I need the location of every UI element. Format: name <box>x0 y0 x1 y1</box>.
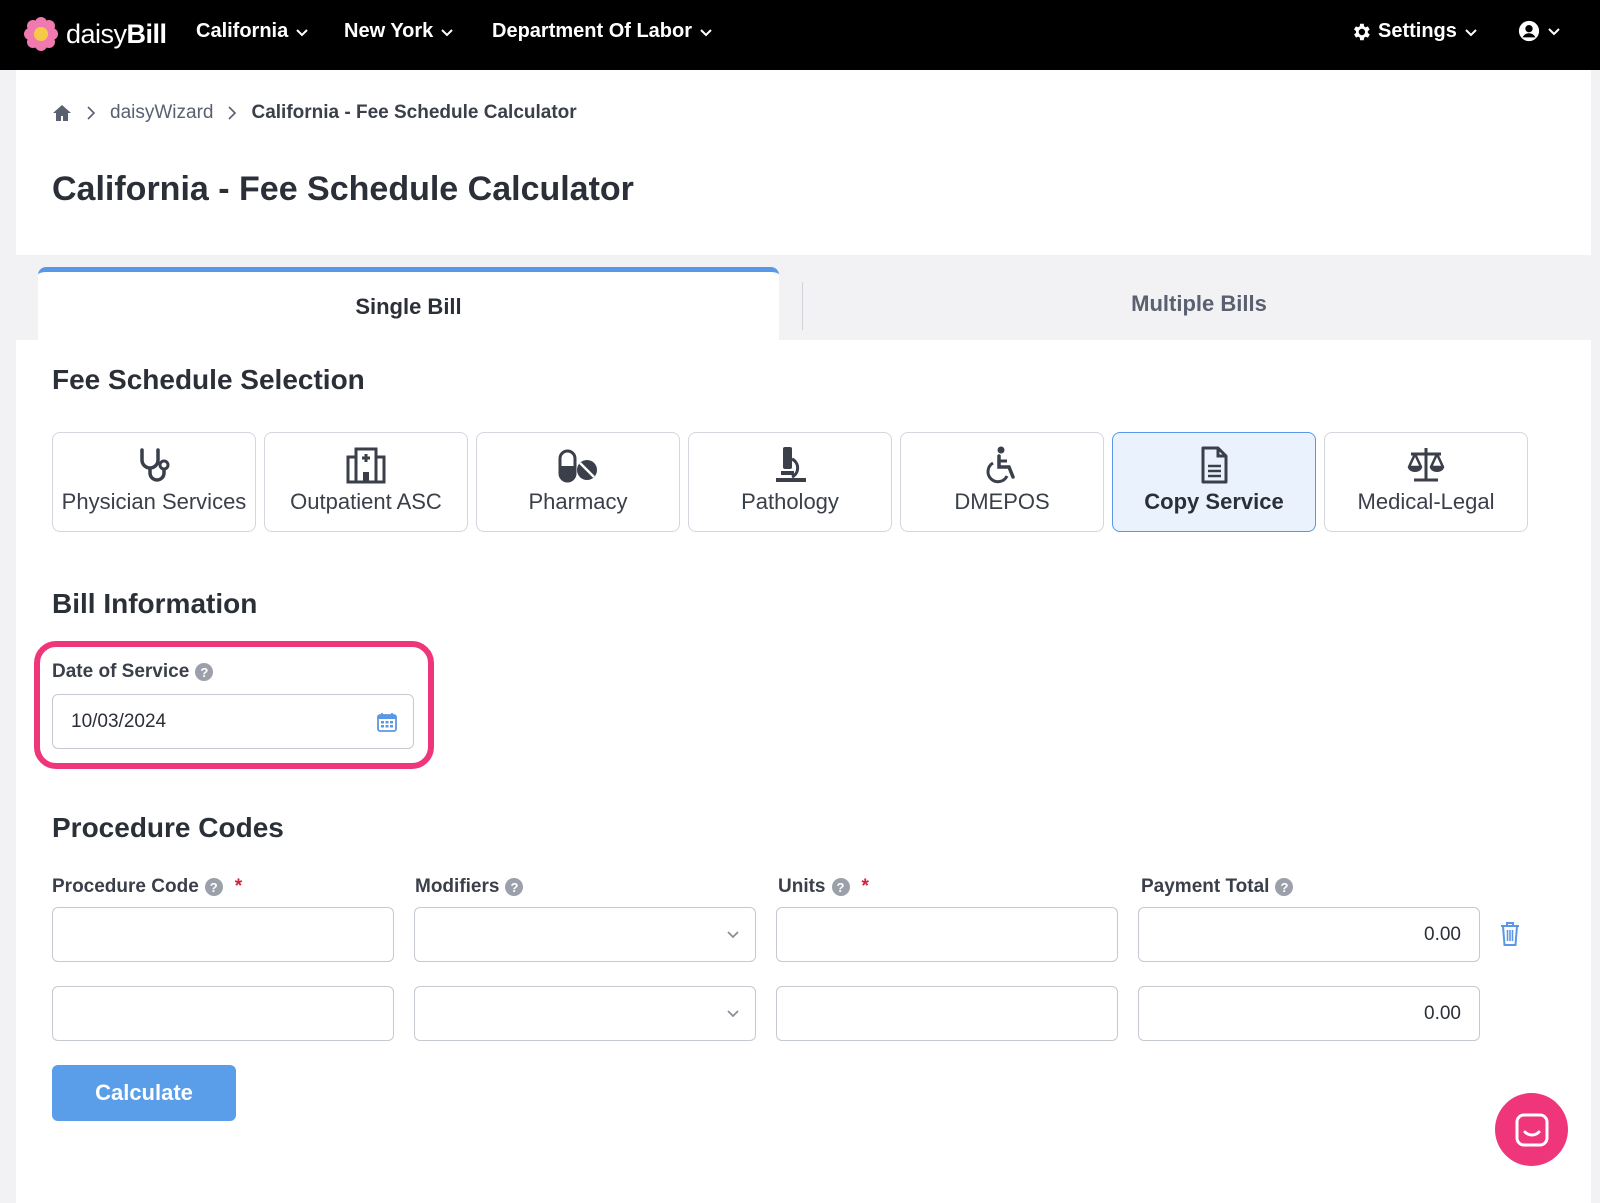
calculate-label: Calculate <box>95 1080 193 1105</box>
required-marker: * <box>861 876 869 897</box>
units-input[interactable] <box>776 986 1118 1041</box>
payment-total-header: Payment Total ? <box>1141 876 1294 898</box>
breadcrumb-daisywizard[interactable]: daisyWizard <box>110 102 213 124</box>
procedure-codes-title: Procedure Codes <box>52 812 284 843</box>
required-marker: * <box>234 876 243 897</box>
microscope-icon <box>776 447 806 482</box>
procedure-code-input[interactable] <box>52 986 394 1041</box>
stethoscope-icon <box>140 448 170 482</box>
tab-single-bill[interactable]: Single Bill <box>38 267 779 341</box>
help-icon[interactable]: ? <box>204 878 223 896</box>
chevron-down-icon <box>700 28 712 36</box>
payment-total-header-text: Payment Total <box>1141 876 1270 897</box>
procedure-code-header: Procedure Code ? * <box>52 876 242 898</box>
top-navbar: daisyBill California New York Department… <box>0 0 1600 70</box>
nav-new-york[interactable]: New York <box>344 20 455 43</box>
calculator-panel: Fee Schedule Selection Physician Service… <box>16 340 1591 1203</box>
procedure-code-header-text: Procedure Code <box>52 876 199 897</box>
user-avatar-icon <box>1518 20 1540 42</box>
card-label: Outpatient ASC <box>290 489 442 514</box>
breadcrumb-current: California - Fee Schedule Calculator <box>251 102 577 123</box>
user-menu[interactable] <box>1518 20 1562 42</box>
fee-schedule-physician-services[interactable]: Physician Services <box>52 432 256 532</box>
payment-total-value: 0.00 <box>1424 1002 1461 1024</box>
brand-name: daisyBill <box>66 18 167 49</box>
payment-total-value: 0.00 <box>1424 923 1461 945</box>
chat-launcher-button[interactable] <box>1495 1093 1568 1166</box>
help-icon[interactable]: ? <box>1275 878 1294 896</box>
daisybill-logo[interactable]: daisyBill <box>24 17 167 51</box>
modifiers-header: Modifiers ? <box>415 876 524 898</box>
bill-information-title: Bill Information <box>52 588 258 619</box>
modifiers-select[interactable] <box>414 907 756 962</box>
nav-dol-label: Department Of Labor <box>492 20 693 42</box>
card-label: Pathology <box>741 489 839 514</box>
nav-california-label: California <box>196 20 289 42</box>
tab-single-bill-label: Single Bill <box>355 293 462 319</box>
chat-icon <box>1515 1113 1548 1146</box>
card-label: Medical-Legal <box>1357 489 1495 514</box>
procedure-code-input[interactable] <box>52 907 394 962</box>
document-icon <box>1201 446 1228 484</box>
date-of-service-highlight <box>34 641 434 769</box>
fee-schedule-title: Fee Schedule Selection <box>52 364 365 395</box>
help-icon[interactable]: ? <box>831 878 850 896</box>
units-header-text: Units <box>778 876 826 897</box>
fee-schedule-copy-service[interactable]: Copy Service <box>1112 432 1316 532</box>
pills-icon <box>558 449 597 483</box>
fee-schedule-medical-legal[interactable]: Medical-Legal <box>1324 432 1528 532</box>
payment-total-field: 0.00 <box>1138 986 1480 1041</box>
chevron-down-icon <box>1465 28 1477 36</box>
chevron-down-icon <box>727 1010 739 1018</box>
chevron-down-icon <box>441 28 454 36</box>
nav-new-york-label: New York <box>344 20 434 42</box>
hospital-icon <box>346 447 386 484</box>
tab-multiple-bills[interactable]: Multiple Bills <box>804 267 1594 341</box>
scales-icon <box>1407 448 1445 482</box>
daisy-flower-icon <box>24 17 58 51</box>
page-title: California - Fee Schedule Calculator <box>52 170 634 208</box>
units-input[interactable] <box>776 907 1118 962</box>
card-label: Copy Service <box>1144 489 1284 514</box>
chevron-right-icon <box>228 106 237 120</box>
nav-department-of-labor[interactable]: Department Of Labor <box>492 20 714 43</box>
chevron-down-icon <box>296 28 308 36</box>
tab-divider <box>802 282 803 330</box>
settings-menu[interactable]: Settings <box>1350 20 1479 43</box>
chevron-down-icon <box>1548 28 1560 36</box>
card-label: DMEPOS <box>954 489 1050 514</box>
home-icon[interactable] <box>52 103 72 123</box>
wheelchair-icon <box>986 446 1015 484</box>
gear-icon <box>1354 23 1370 40</box>
trash-icon[interactable] <box>1499 921 1521 947</box>
fee-schedule-outpatient-asc[interactable]: Outpatient ASC <box>264 432 468 532</box>
chevron-right-icon <box>87 106 96 120</box>
fee-schedule-dmepos[interactable]: DMEPOS <box>900 432 1104 532</box>
fee-schedule-pharmacy[interactable]: Pharmacy <box>476 432 680 532</box>
units-header: Units ? * <box>778 876 869 898</box>
page-header: daisyWizard California - Fee Schedule Ca… <box>16 70 1591 255</box>
modifiers-select[interactable] <box>414 986 756 1041</box>
fee-schedule-pathology[interactable]: Pathology <box>688 432 892 532</box>
card-label: Pharmacy <box>528 489 628 514</box>
modifiers-header-text: Modifiers <box>415 876 500 897</box>
settings-label: Settings <box>1378 20 1457 42</box>
nav-california[interactable]: California <box>196 20 310 43</box>
breadcrumb: daisyWizard California - Fee Schedule Ca… <box>52 102 577 124</box>
help-icon[interactable]: ? <box>505 878 524 896</box>
card-label: Physician Services <box>61 489 247 514</box>
tab-multiple-bills-label: Multiple Bills <box>1131 291 1267 316</box>
chevron-down-icon <box>727 931 739 939</box>
payment-total-field: 0.00 <box>1138 907 1480 962</box>
calculate-button[interactable]: Calculate <box>52 1065 236 1121</box>
